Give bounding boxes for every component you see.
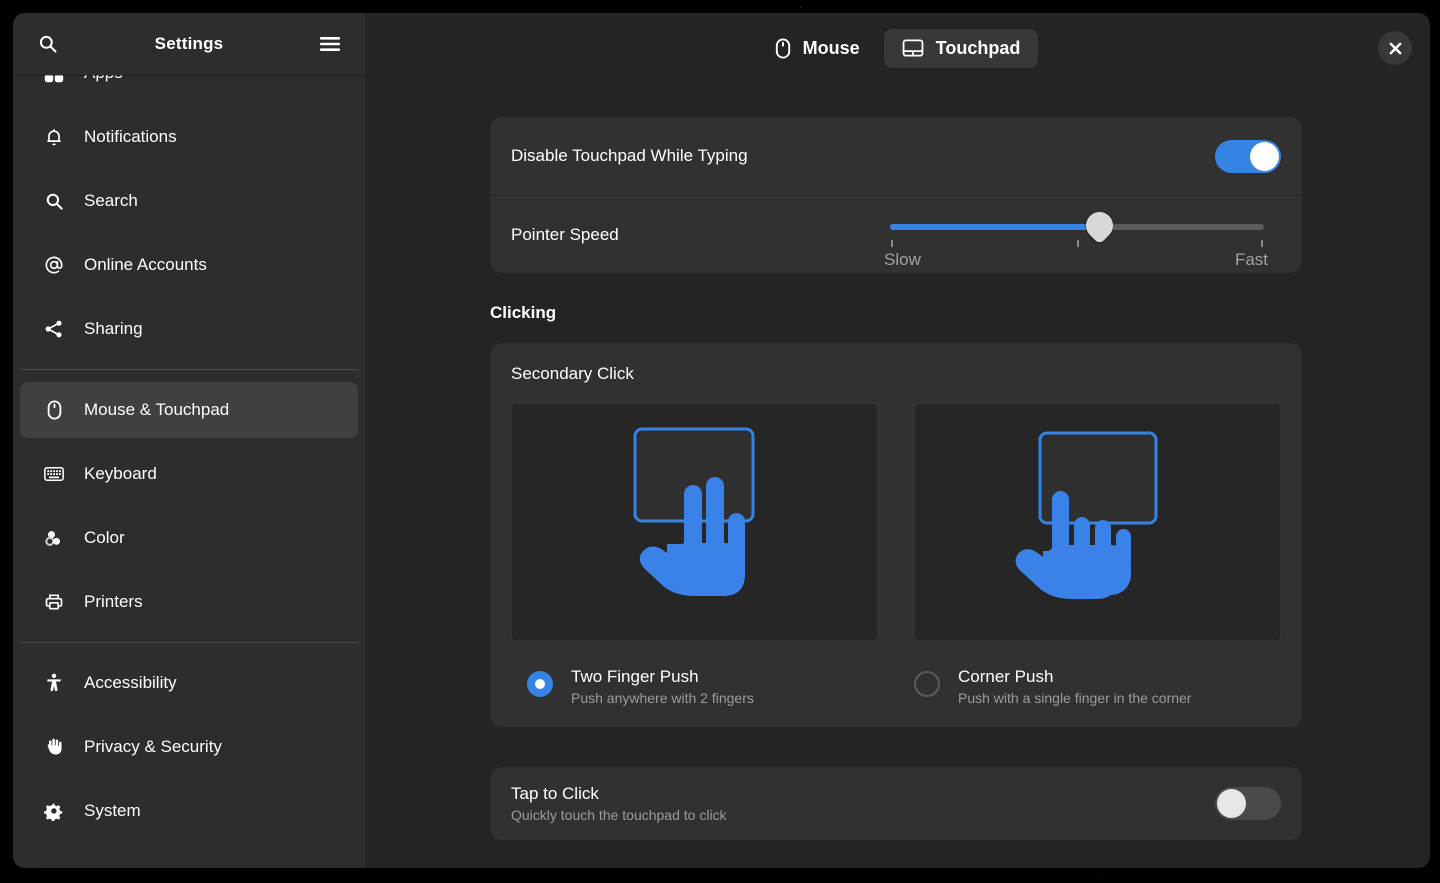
sidebar-item-online-accounts[interactable]: Online Accounts [20,237,358,293]
search-icon [44,191,64,211]
slider-handle[interactable] [1081,206,1119,244]
sidebar-item-privacy-security[interactable]: Privacy & Security [20,719,358,775]
sidebar-item-label: System [84,801,141,821]
sidebar-divider [20,642,358,643]
sidebar-item-notifications[interactable]: Notifications [20,109,358,165]
two-finger-push-option[interactable]: Two Finger Push Push anywhere with 2 fin… [511,667,914,706]
pointer-speed-slider[interactable]: Slow Fast [890,204,1264,266]
corner-push-description: Push with a single finger in the corner [958,690,1191,706]
corner-push-radio[interactable] [914,671,940,697]
slider-tick-max [1261,240,1263,247]
toggle-knob [1250,142,1279,171]
disable-while-typing-row[interactable]: Disable Touchpad While Typing [490,117,1302,195]
sidebar-item-color[interactable]: Color [20,510,358,566]
desktop-background: Apps Notifications Sear [0,0,1440,883]
view-switcher: Mouse Touchpad [365,13,1430,83]
sidebar-item-label: Printers [84,592,143,612]
slider-min-label: Slow [884,250,921,270]
corner-push-illustration[interactable] [914,403,1281,641]
sidebar-title: Settings [155,34,224,54]
sidebar-item-label: Online Accounts [84,255,207,275]
sidebar-item-label: Color [84,528,125,548]
sidebar-item-label: Notifications [84,127,177,147]
general-settings-card: Disable Touchpad While Typing Pointer Sp… [490,117,1302,273]
tap-to-click-label: Tap to Click [511,784,727,804]
two-finger-push-radio[interactable] [527,671,553,697]
slider-fill [890,224,1099,230]
tap-to-click-card[interactable]: Tap to Click Quickly touch the touchpad … [490,767,1302,840]
sidebar-item-label: Search [84,191,138,211]
tab-touchpad[interactable]: Touchpad [884,29,1039,68]
clicking-section-heading: Clicking [490,303,1302,323]
sidebar-divider [20,369,358,370]
sidebar-item-mouse-touchpad[interactable]: Mouse & Touchpad [20,382,358,438]
keyboard-icon [44,464,64,484]
close-icon [1389,42,1402,55]
at-icon [44,255,64,275]
mouse-icon [775,38,791,59]
secondary-click-illustrations [511,403,1281,641]
close-button[interactable] [1378,31,1412,65]
sidebar-item-keyboard[interactable]: Keyboard [20,446,358,502]
sidebar-header: Settings [13,13,365,75]
sidebar-nav[interactable]: Apps Notifications Sear [13,13,365,868]
tap-to-click-toggle[interactable] [1215,787,1281,820]
sidebar-item-label: Sharing [84,319,143,339]
two-finger-push-image [545,417,845,627]
bell-icon [44,127,64,147]
toggle-knob [1217,789,1246,818]
two-finger-push-label: Two Finger Push [571,667,754,687]
secondary-click-options: Two Finger Push Push anywhere with 2 fin… [511,667,1281,706]
sidebar: Apps Notifications Sear [13,13,365,868]
tab-touchpad-label: Touchpad [936,38,1021,59]
touchpad-settings-content: Disable Touchpad While Typing Pointer Sp… [490,117,1302,840]
hamburger-menu-icon [319,36,341,52]
slider-tick-mid [1077,240,1079,247]
sidebar-item-label: Mouse & Touchpad [84,400,229,420]
tab-mouse-label: Mouse [803,38,860,59]
disable-while-typing-label: Disable Touchpad While Typing [511,146,748,166]
pointer-speed-label: Pointer Speed [511,225,619,245]
two-finger-push-illustration[interactable] [511,403,878,641]
color-icon [44,528,64,548]
sidebar-item-search[interactable]: Search [20,173,358,229]
search-icon [38,34,58,54]
settings-window: Apps Notifications Sear [13,13,1430,868]
search-button[interactable] [31,27,65,61]
printer-icon [44,592,64,612]
desktop-stars [0,0,2,2]
sidebar-item-printers[interactable]: Printers [20,574,358,630]
secondary-click-title: Secondary Click [511,364,1281,384]
tap-to-click-description: Quickly touch the touchpad to click [511,807,727,823]
gear-icon [44,801,64,821]
sidebar-item-label: Accessibility [84,673,177,693]
corner-push-option[interactable]: Corner Push Push with a single finger in… [914,667,1191,706]
touchpad-icon [902,39,924,57]
mouse-icon [44,400,64,420]
sidebar-item-accessibility[interactable]: Accessibility [20,655,358,711]
share-icon [44,319,64,339]
main-menu-button[interactable] [313,27,347,61]
sidebar-item-sharing[interactable]: Sharing [20,301,358,357]
sidebar-item-system[interactable]: System [20,783,358,839]
two-finger-push-description: Push anywhere with 2 fingers [571,690,754,706]
tab-mouse[interactable]: Mouse [757,29,878,68]
corner-push-image [948,417,1248,627]
pointer-speed-row: Pointer Speed Slow Fast [490,195,1302,273]
secondary-click-card: Secondary Click [490,343,1302,727]
disable-while-typing-toggle[interactable] [1215,140,1281,173]
slider-max-label: Fast [1235,250,1268,270]
hand-icon [44,737,64,757]
main-area: Mouse Touchpad Disable Touc [365,13,1430,868]
corner-push-label: Corner Push [958,667,1191,687]
sidebar-item-label: Privacy & Security [84,737,222,757]
accessibility-icon [44,673,64,693]
slider-tick-min [891,240,893,247]
sidebar-item-label: Keyboard [84,464,157,484]
